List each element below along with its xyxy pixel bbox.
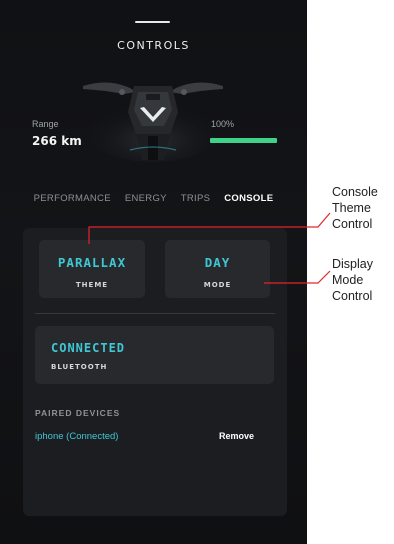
tab-trips[interactable]: TRIPS [181, 193, 210, 204]
bluetooth-control[interactable]: CONNECTED BLUETOOTH [35, 326, 274, 384]
battery-percent: 100% [211, 119, 235, 129]
page-title: CONTROLS [117, 39, 190, 52]
mode-label: MODE [203, 281, 232, 289]
theme-label: THEME [75, 281, 109, 289]
range-label: Range [32, 119, 59, 129]
range-value: 266 km [32, 134, 82, 148]
battery-bar [210, 138, 277, 143]
theme-value: PARALLAX [57, 255, 127, 270]
tab-performance[interactable]: PERFORMANCE [34, 193, 111, 204]
remove-device-button[interactable]: Remove [219, 431, 254, 441]
tab-console[interactable]: CONSOLE [224, 193, 273, 204]
device-row: iphone (Connected) Remove [35, 431, 265, 447]
tab-energy[interactable]: ENERGY [125, 193, 167, 204]
theme-control[interactable]: PARALLAX THEME [39, 240, 145, 298]
bluetooth-label: BLUETOOTH [51, 363, 108, 371]
console-panel: PARALLAX THEME DAY MODE CONNECTED BLUETO… [23, 228, 287, 516]
phone-screen: CONTROLS Range 266 km 100% PERFORMANCE E… [0, 0, 307, 544]
paired-devices-heading: PAIRED DEVICES [35, 408, 121, 418]
mode-value: DAY [204, 255, 231, 270]
display-mode-annotation: Display Mode Control [332, 257, 373, 303]
mode-control[interactable]: DAY MODE [165, 240, 270, 298]
device-name[interactable]: iphone (Connected) [35, 431, 118, 442]
drag-handle[interactable] [135, 21, 170, 23]
motorcycle-image [81, 82, 225, 162]
divider [35, 313, 275, 314]
console-theme-annotation: Console Theme Control [332, 185, 378, 231]
bluetooth-value: CONNECTED [51, 341, 126, 355]
battery-fill [210, 138, 277, 143]
tab-bar: PERFORMANCE ENERGY TRIPS CONSOLE [0, 193, 307, 204]
